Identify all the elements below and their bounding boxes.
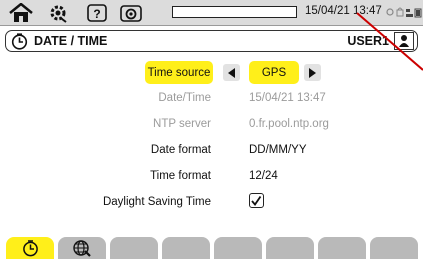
annotation-arrow <box>356 12 423 71</box>
